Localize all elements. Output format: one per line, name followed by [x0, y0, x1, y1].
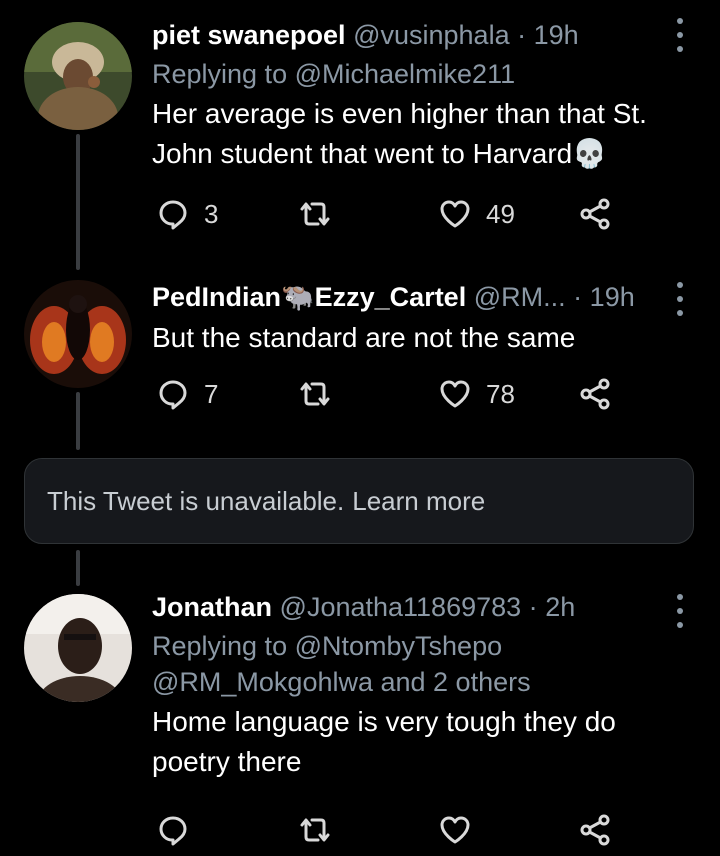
reply-icon: [159, 816, 187, 846]
replying-to-label: Replying to: [152, 59, 288, 89]
avatar[interactable]: [24, 22, 132, 130]
replying-to: Replying to @Michaelmike211: [152, 56, 660, 92]
share-icon: [580, 378, 610, 410]
like-icon: [440, 816, 470, 844]
reply-button[interactable]: [156, 810, 204, 850]
like-count: 78: [486, 378, 515, 409]
timestamp[interactable]: 19h: [534, 20, 579, 50]
more-icon[interactable]: [670, 594, 690, 628]
reply-mentions-more[interactable]: @RM_Mokgohlwa and 2 others: [152, 664, 660, 700]
like-count: 49: [486, 198, 515, 229]
learn-more-link[interactable]: Learn more: [352, 486, 485, 517]
reply-icon: [159, 200, 187, 230]
separator: ·: [573, 282, 583, 312]
tweet[interactable]: PedIndian🐃Ezzy_Cartel @RM... · 19h But t…: [0, 270, 720, 430]
reply-button[interactable]: 7: [156, 374, 218, 414]
retweet-icon: [300, 382, 330, 406]
share-button[interactable]: [578, 810, 612, 850]
share-button[interactable]: [578, 194, 612, 234]
like-icon: [440, 200, 470, 228]
unavailable-tweet-card: This Tweet is unavailable. Learn more: [24, 458, 694, 544]
replying-to: Replying to @NtombyTshepo: [152, 628, 660, 664]
more-icon[interactable]: [670, 18, 690, 52]
like-button[interactable]: 78: [438, 374, 515, 414]
display-name[interactable]: Jonathan: [152, 592, 272, 622]
display-name[interactable]: piet swanepoel: [152, 20, 346, 50]
retweet-button[interactable]: [298, 374, 346, 414]
retweet-icon: [300, 818, 330, 842]
action-bar: 7 78: [152, 374, 632, 414]
action-bar: [152, 810, 632, 850]
thread-line: [76, 550, 80, 586]
tweet-header: Jonathan @Jonatha11869783 · 2h: [152, 590, 660, 624]
reply-count: 3: [204, 198, 219, 229]
avatar[interactable]: [24, 280, 132, 388]
display-name[interactable]: PedIndian🐃Ezzy_Cartel: [152, 282, 466, 312]
like-icon: [440, 380, 470, 408]
reply-button[interactable]: 3: [156, 194, 218, 234]
timestamp[interactable]: 19h: [590, 282, 635, 312]
reply-mention[interactable]: @NtombyTshepo: [295, 631, 503, 661]
reply-mention[interactable]: @Michaelmike211: [295, 59, 516, 89]
more-icon[interactable]: [670, 282, 690, 316]
handle[interactable]: @RM...: [474, 282, 566, 312]
like-button[interactable]: [438, 810, 486, 850]
reply-icon: [159, 380, 187, 410]
separator: ·: [528, 592, 538, 622]
like-button[interactable]: 49: [438, 194, 515, 234]
retweet-icon: [300, 202, 330, 226]
share-icon: [580, 198, 610, 230]
retweet-button[interactable]: [298, 194, 346, 234]
separator: ·: [517, 20, 527, 50]
tweet-text: But the standard are not the same: [152, 322, 576, 353]
timestamp[interactable]: 2h: [545, 592, 575, 622]
unavailable-text: This Tweet is unavailable.: [47, 485, 345, 516]
action-bar: 3 49: [152, 194, 632, 234]
share-icon: [580, 814, 610, 846]
handle[interactable]: @Jonatha11869783: [280, 592, 522, 622]
tweet-text: Home language is very tough they do poet…: [152, 706, 616, 777]
tweet[interactable]: piet swanepoel @vusinphala · 19h Replyin…: [0, 0, 720, 250]
replying-to-label: Replying to: [152, 631, 288, 661]
reply-count: 7: [204, 378, 219, 409]
tweet-header: PedIndian🐃Ezzy_Cartel @RM... · 19h: [152, 280, 660, 314]
tweet-text: Her average is even higher than that St.…: [152, 98, 647, 169]
avatar[interactable]: [24, 594, 132, 702]
share-button[interactable]: [578, 374, 612, 414]
tweet-header: piet swanepoel @vusinphala · 19h: [152, 18, 660, 52]
handle[interactable]: @vusinphala: [353, 20, 510, 50]
tweet[interactable]: Jonathan @Jonatha11869783 · 2h Replying …: [0, 586, 720, 856]
retweet-button[interactable]: [298, 810, 346, 850]
